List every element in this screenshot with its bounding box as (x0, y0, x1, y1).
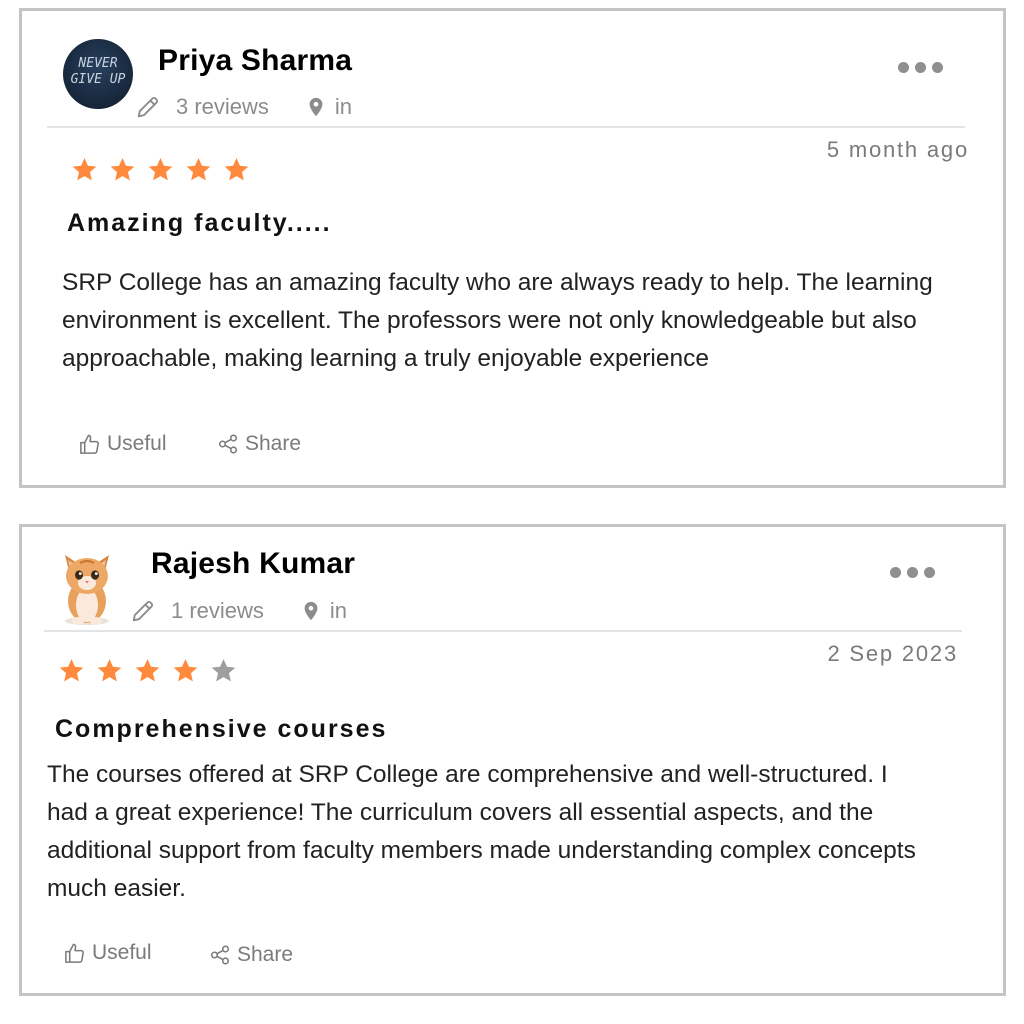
review-date: 5 month ago (826, 137, 969, 162)
dot-icon (915, 62, 926, 73)
dot-icon (932, 62, 943, 73)
rating-stars (71, 156, 250, 183)
dot-icon (890, 567, 901, 578)
share-label: Share (245, 432, 302, 455)
star-filled-icon (134, 657, 161, 684)
divider (44, 630, 962, 632)
star-filled-icon (147, 156, 174, 183)
share-label: Share (237, 943, 294, 966)
star-filled-icon (71, 156, 98, 183)
avatar[interactable]: NEVER GIVE UP (63, 39, 133, 109)
pencil-icon (134, 93, 162, 121)
useful-label: Useful (107, 432, 167, 455)
location-text: in (334, 94, 353, 119)
review-body: The courses offered at SRP College are c… (47, 761, 916, 902)
useful-button[interactable]: Useful (78, 432, 167, 456)
author-name[interactable]: Rajesh Kumar (151, 547, 355, 581)
star-filled-icon (172, 657, 199, 684)
review-title: Comprehensive courses (55, 715, 388, 743)
avatar-text: NEVER GIVE UP (70, 56, 126, 87)
dot-icon (907, 567, 918, 578)
review-card: NEVER GIVE UP Priya Sharma 3 reviews in … (19, 8, 1006, 488)
pencil-icon (129, 597, 157, 625)
location-pin-icon (305, 94, 327, 120)
useful-label: Useful (92, 941, 152, 964)
share-button[interactable]: Share (217, 432, 301, 456)
reviews-count: 1 reviews (171, 598, 264, 623)
more-options-button[interactable] (898, 62, 943, 73)
star-filled-icon (109, 156, 136, 183)
review-date: 2 Sep 2023 (827, 641, 958, 666)
star-empty-icon (210, 657, 237, 684)
location-text: in (329, 598, 348, 623)
thumbs-up-icon (63, 942, 86, 965)
author-meta: 1 reviews in (129, 597, 347, 625)
author-meta: 3 reviews in (134, 93, 352, 121)
star-filled-icon (185, 156, 212, 183)
avatar[interactable] (56, 541, 118, 627)
review-title: Amazing faculty..... (67, 209, 332, 237)
share-button[interactable]: Share (209, 943, 293, 967)
useful-button[interactable]: Useful (63, 941, 152, 965)
star-filled-icon (58, 657, 85, 684)
location-pin-icon (300, 598, 322, 624)
star-filled-icon (223, 156, 250, 183)
author-name[interactable]: Priya Sharma (158, 44, 352, 78)
review-card: Rajesh Kumar 1 reviews in 2 Sep 2023 Com… (19, 524, 1006, 996)
share-icon (209, 944, 231, 966)
dot-icon (898, 62, 909, 73)
star-filled-icon (96, 657, 123, 684)
review-body: SRP College has an amazing faculty who a… (62, 269, 933, 372)
rating-stars (58, 657, 237, 684)
thumbs-up-icon (78, 433, 101, 456)
divider (47, 126, 965, 128)
dot-icon (924, 567, 935, 578)
kitten-avatar-image (65, 555, 109, 625)
reviews-count: 3 reviews (176, 94, 269, 119)
share-icon (217, 433, 239, 455)
more-options-button[interactable] (890, 567, 935, 578)
